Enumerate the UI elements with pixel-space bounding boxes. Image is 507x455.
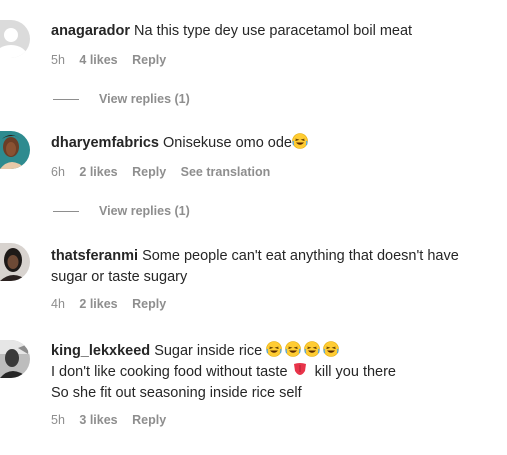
comment-line-3: So she fit out seasoning inside rice sel…	[51, 383, 491, 404]
reply-button[interactable]: Reply	[132, 297, 166, 311]
tongue-emoji-icon	[293, 363, 306, 375]
comment-likes[interactable]: 4 likes	[79, 53, 117, 67]
avatar[interactable]	[0, 340, 30, 378]
comment-body: dharyemfabrics Onisekuse omo ode	[51, 133, 491, 154]
comment-meta: 6h 2 likes Reply See translation	[51, 165, 281, 179]
comment-meta: 4h 2 likes Reply	[51, 297, 177, 311]
comment-text: Sugar inside rice	[154, 343, 263, 359]
divider-line	[53, 98, 79, 100]
default-avatar-icon	[0, 20, 30, 58]
comment-body: anagarador Na this type dey use paraceta…	[51, 21, 491, 42]
comment-text: Na this type dey use paracetamol boil me…	[134, 23, 413, 39]
avatar[interactable]	[0, 131, 30, 169]
profile-photo	[0, 243, 30, 281]
comment-body: king_lekxkeed Sugar inside rice I don't …	[51, 341, 491, 404]
laughing-emoji-icon	[304, 341, 321, 357]
comment-line-2: I don't like cooking food without taste …	[51, 362, 491, 383]
comment-time: 4h	[51, 297, 65, 311]
comment-time: 6h	[51, 165, 65, 179]
comment-username[interactable]: dharyemfabrics	[51, 135, 159, 151]
view-replies-button[interactable]: View replies (1)	[53, 204, 190, 218]
reply-button[interactable]: Reply	[132, 165, 166, 179]
avatar[interactable]	[0, 20, 30, 58]
comment-time: 5h	[51, 53, 65, 67]
comment-username[interactable]: thatsferanmi	[51, 248, 138, 264]
see-translation-button[interactable]: See translation	[181, 165, 271, 179]
comment-text: So she fit out seasoning inside rice sel…	[51, 385, 302, 401]
comment-text: kill you there	[314, 364, 396, 380]
view-replies-label: View replies (1)	[99, 204, 190, 218]
view-replies-label: View replies (1)	[99, 92, 190, 106]
comment-meta: 5h 3 likes Reply	[51, 413, 177, 427]
comment-text: I don't like cooking food without taste	[51, 364, 288, 380]
comment-text: Onisekuse omo ode	[163, 135, 292, 151]
laughing-emoji-icon	[292, 133, 308, 149]
profile-photo	[0, 340, 30, 378]
profile-photo	[0, 131, 30, 169]
comment-likes[interactable]: 3 likes	[79, 413, 117, 427]
comment-username[interactable]: king_lekxkeed	[51, 343, 150, 359]
laughing-emoji-icon	[323, 341, 340, 357]
comment-line-1: king_lekxkeed Sugar inside rice	[51, 341, 491, 362]
laughing-emoji-icon	[266, 341, 283, 357]
comment-likes[interactable]: 2 likes	[79, 297, 117, 311]
laughing-emoji-icon	[285, 341, 302, 357]
comment-time: 5h	[51, 413, 65, 427]
comment-likes[interactable]: 2 likes	[79, 165, 117, 179]
avatar[interactable]	[0, 243, 30, 281]
comment-body: thatsferanmi Some people can't eat anyth…	[51, 246, 491, 288]
divider-line	[53, 210, 79, 212]
view-replies-button[interactable]: View replies (1)	[53, 92, 190, 106]
comment-meta: 5h 4 likes Reply	[51, 53, 177, 67]
reply-button[interactable]: Reply	[132, 413, 166, 427]
reply-button[interactable]: Reply	[132, 53, 166, 67]
comment-username[interactable]: anagarador	[51, 23, 130, 39]
